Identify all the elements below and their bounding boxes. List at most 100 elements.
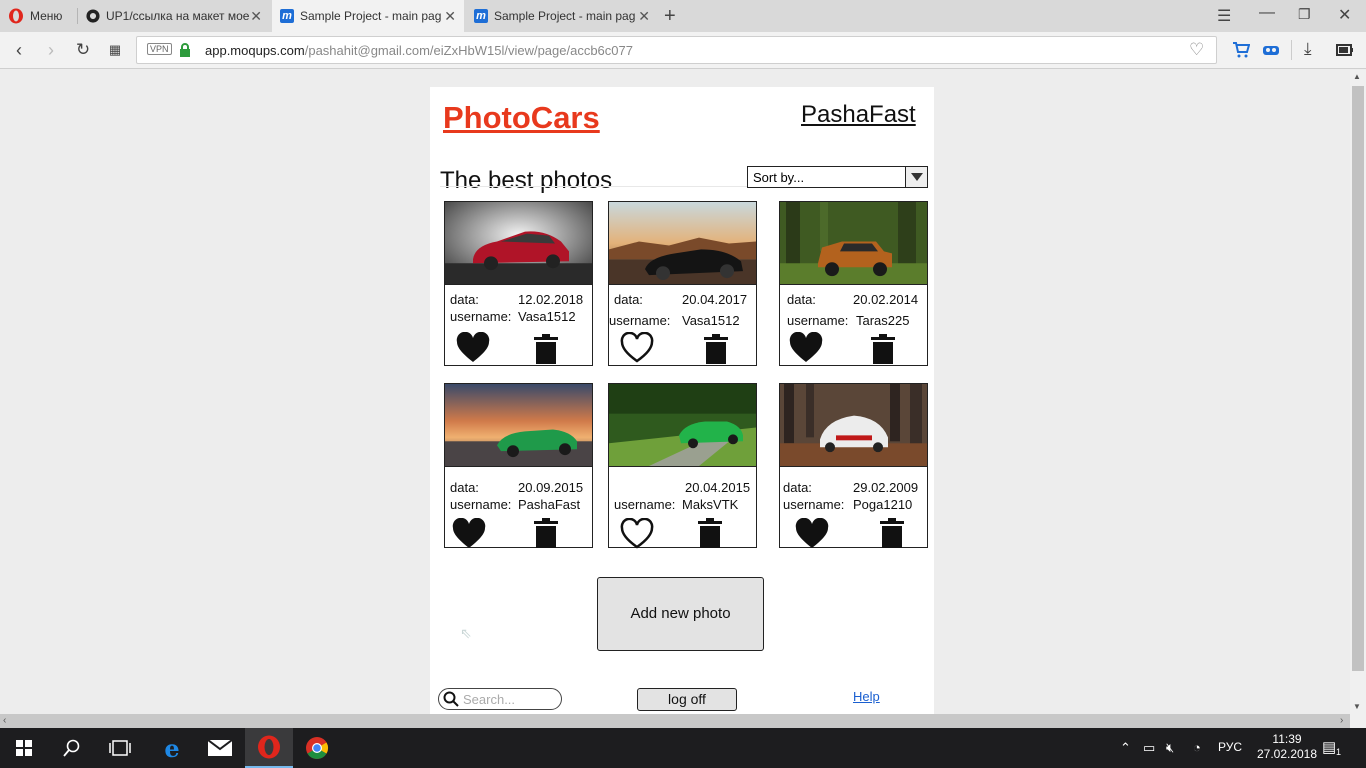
- date-label: data:: [783, 480, 812, 495]
- car-photo[interactable]: [445, 202, 592, 285]
- username-value: Poga1210: [853, 497, 913, 512]
- trash-icon[interactable]: [698, 518, 722, 548]
- lock-icon[interactable]: [179, 43, 191, 57]
- clock[interactable]: 11:39 27.02.2018: [1252, 732, 1322, 762]
- vr-player-icon[interactable]: [1262, 42, 1280, 58]
- add-new-photo-button[interactable]: Add new photo: [597, 577, 764, 651]
- date-value: 20.04.2017: [682, 292, 748, 307]
- date-value: 20.02.2014: [853, 292, 919, 307]
- battery-icon[interactable]: ▭: [1143, 740, 1155, 756]
- date-value: 12.02.2018: [518, 292, 584, 307]
- heading-underline: [440, 186, 748, 187]
- input-language[interactable]: РУС: [1218, 740, 1242, 754]
- task-view-icon: [109, 740, 131, 756]
- search-icon: [443, 691, 459, 707]
- chrome-icon: [306, 737, 328, 759]
- vpn-badge[interactable]: VPN: [147, 43, 172, 55]
- taskbar-search-button[interactable]: [48, 728, 96, 768]
- speed-dial-icon[interactable]: ▦: [102, 37, 128, 63]
- start-button[interactable]: [0, 728, 48, 768]
- current-user-link[interactable]: PashaFast: [801, 101, 916, 129]
- windows-logo-icon: [16, 740, 32, 756]
- car-photo[interactable]: [609, 384, 756, 467]
- tab-close-icon[interactable]: ✕: [638, 8, 650, 25]
- bookmark-heart-icon[interactable]: ♡: [1189, 40, 1204, 60]
- car-photo[interactable]: [445, 384, 592, 467]
- trash-icon[interactable]: [534, 518, 558, 548]
- heart-outline-icon[interactable]: [619, 518, 655, 550]
- action-center-button[interactable]: ▤ 1: [1322, 738, 1344, 758]
- date-label: data:: [450, 480, 479, 495]
- tab-moqups-active[interactable]: m Sample Project - main pag ✕: [272, 0, 464, 32]
- opera-menu-button[interactable]: Меню: [0, 0, 76, 32]
- tab-close-icon[interactable]: ✕: [250, 8, 262, 25]
- tray-overflow-icon[interactable]: ⌃: [1120, 740, 1131, 756]
- trash-icon[interactable]: [871, 334, 895, 364]
- menu-label: Меню: [30, 9, 63, 23]
- tab-label: Sample Project - main pag: [494, 9, 636, 23]
- trash-icon[interactable]: [534, 334, 558, 364]
- resize-arrow-icon: ⇖: [460, 625, 472, 641]
- date-value: 20.09.2015: [518, 480, 584, 495]
- tab-label: UP1/ссылка на макет мое: [106, 9, 250, 23]
- cart-icon[interactable]: [1232, 42, 1250, 58]
- tab-github[interactable]: UP1/ссылка на макет мое ✕: [78, 0, 270, 32]
- new-tab-plus-icon[interactable]: +: [664, 5, 676, 28]
- taskbar-opera[interactable]: [245, 728, 293, 768]
- photo-card: data: 20.09.2015 username: PashaFast: [444, 383, 593, 548]
- car-photo[interactable]: [780, 202, 927, 285]
- heart-filled-icon[interactable]: [794, 518, 830, 550]
- car-photo[interactable]: [780, 384, 927, 467]
- page-viewport: PhotoCars PashaFast The best photos Sort…: [0, 70, 1350, 727]
- date-label: data:: [450, 292, 479, 307]
- scroll-down-icon[interactable]: ▼: [1353, 702, 1361, 711]
- url-text[interactable]: app.moqups.com/pashahit@gmail.com/eiZxHb…: [205, 43, 633, 58]
- network-icon[interactable]: ◔: [1193, 740, 1201, 755]
- scroll-right-icon[interactable]: ›: [1340, 715, 1343, 726]
- heart-filled-icon[interactable]: [451, 518, 487, 550]
- taskbar-edge[interactable]: e: [148, 728, 196, 768]
- task-view-button[interactable]: [96, 728, 144, 768]
- windows-taskbar: e ⌃ ▭ 🔇︎ ◔ РУС 11:39 27.02.2018 ▤ 1: [0, 728, 1366, 768]
- search-input[interactable]: Search...: [438, 688, 562, 710]
- minimize-icon[interactable]: —: [1259, 4, 1275, 22]
- volume-muted-icon[interactable]: 🔇︎: [1166, 740, 1174, 756]
- date-value: 29.02.2009: [853, 480, 919, 495]
- forward-icon[interactable]: ›: [38, 37, 64, 63]
- clock-time: 11:39: [1272, 732, 1302, 746]
- tab-moqups[interactable]: m Sample Project - main pag ✕: [466, 0, 658, 32]
- brand-logo-link[interactable]: PhotoCars: [443, 100, 600, 136]
- chevron-down-icon[interactable]: [905, 167, 927, 187]
- github-icon: [86, 9, 100, 23]
- vertical-scroll-thumb[interactable]: [1352, 86, 1364, 671]
- tab-menu-icon[interactable]: ☰: [1217, 6, 1231, 26]
- tab-close-icon[interactable]: ✕: [444, 8, 456, 25]
- back-icon[interactable]: ‹: [6, 37, 32, 63]
- moqups-icon: m: [474, 9, 488, 23]
- search-icon: [63, 739, 80, 757]
- scroll-left-icon[interactable]: ‹: [3, 715, 6, 726]
- taskbar-chrome[interactable]: [293, 728, 341, 768]
- sort-dropdown[interactable]: Sort by...: [747, 166, 928, 188]
- scroll-up-icon[interactable]: ▲: [1353, 72, 1361, 81]
- reload-icon[interactable]: ↻: [70, 37, 96, 63]
- trash-icon[interactable]: [704, 334, 728, 364]
- log-off-button[interactable]: log off: [637, 688, 737, 711]
- url-field[interactable]: VPN app.moqups.com/pashahit@gmail.com/ei…: [136, 36, 1217, 64]
- username-label: username:: [450, 497, 512, 512]
- maximize-icon[interactable]: ❐: [1298, 6, 1311, 23]
- taskbar-mail[interactable]: [196, 728, 244, 768]
- close-window-icon[interactable]: ✕: [1338, 5, 1351, 25]
- heart-outline-icon[interactable]: [619, 332, 655, 364]
- horizontal-scrollbar[interactable]: ‹ ›: [0, 714, 1350, 728]
- trash-icon[interactable]: [880, 518, 904, 548]
- battery-saver-icon[interactable]: [1336, 44, 1354, 56]
- heart-filled-icon[interactable]: [455, 332, 491, 364]
- download-icon[interactable]: ⤓: [1304, 39, 1312, 59]
- username-label: username:: [614, 497, 676, 512]
- edge-icon: e: [164, 733, 180, 763]
- car-photo[interactable]: [609, 202, 756, 285]
- help-link[interactable]: Help: [853, 689, 880, 704]
- moqups-icon: m: [280, 9, 294, 23]
- heart-filled-icon[interactable]: [788, 332, 824, 364]
